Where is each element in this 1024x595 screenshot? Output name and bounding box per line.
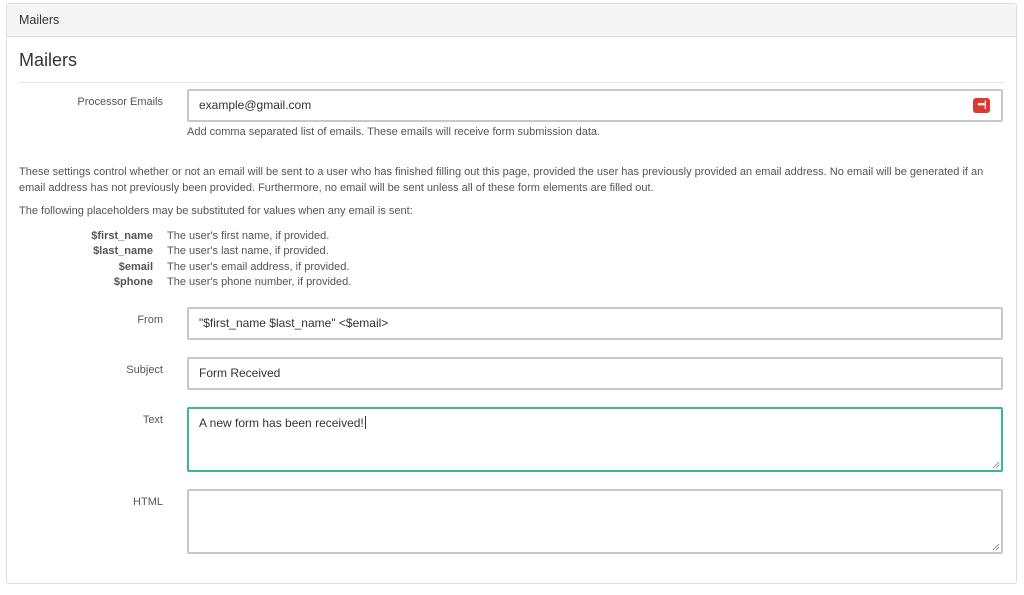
text-label: Text [142, 414, 163, 426]
description-paragraph: These settings control whether or not an… [19, 166, 984, 194]
subject-value: Form Received [199, 366, 281, 380]
processor-emails-help: Add comma separated list of emails. Thes… [187, 126, 601, 138]
panel-body: Mailers [7, 49, 1016, 83]
placeholder-key: $last_name [93, 245, 153, 257]
processor-emails-input[interactable]: example@gmail.com •••| [187, 89, 1003, 122]
resize-grip-icon[interactable] [992, 543, 1000, 551]
placeholder-key: $email [118, 261, 153, 273]
from-value: "$first_name $last_name" <$email> [199, 316, 389, 330]
html-label: HTML [133, 496, 163, 508]
placeholder-key: $phone [113, 276, 153, 288]
html-textarea[interactable] [187, 489, 1003, 554]
section-title: Mailers [19, 49, 1004, 83]
text-cursor [364, 416, 366, 429]
subject-label: Subject [126, 364, 163, 376]
lastpass-icon[interactable]: •••| [973, 98, 990, 113]
placeholder-key: $first_name [91, 230, 153, 242]
placeholder-desc: The user's first name, if provided. [167, 230, 330, 242]
placeholder-desc: The user's email address, if provided. [167, 261, 350, 273]
processor-emails-label: Processor Emails [77, 96, 163, 108]
processor-emails-value: example@gmail.com [199, 98, 312, 112]
placeholder-desc: The user's phone number, if provided. [167, 276, 352, 288]
from-input[interactable]: "$first_name $last_name" <$email> [187, 307, 1003, 340]
subject-input[interactable]: Form Received [187, 357, 1003, 390]
mailers-panel: Mailers Mailers Processor Emails example… [6, 3, 1017, 584]
resize-grip-icon[interactable] [992, 461, 1000, 469]
text-value: A new form has been received! [199, 416, 364, 430]
from-label: From [137, 314, 163, 326]
panel-heading: Mailers [7, 4, 1016, 37]
placeholder-desc: The user's last name, if provided. [167, 245, 329, 257]
text-textarea[interactable]: A new form has been received! [187, 407, 1003, 472]
placeholders-intro: The following placeholders may be substi… [19, 205, 413, 217]
